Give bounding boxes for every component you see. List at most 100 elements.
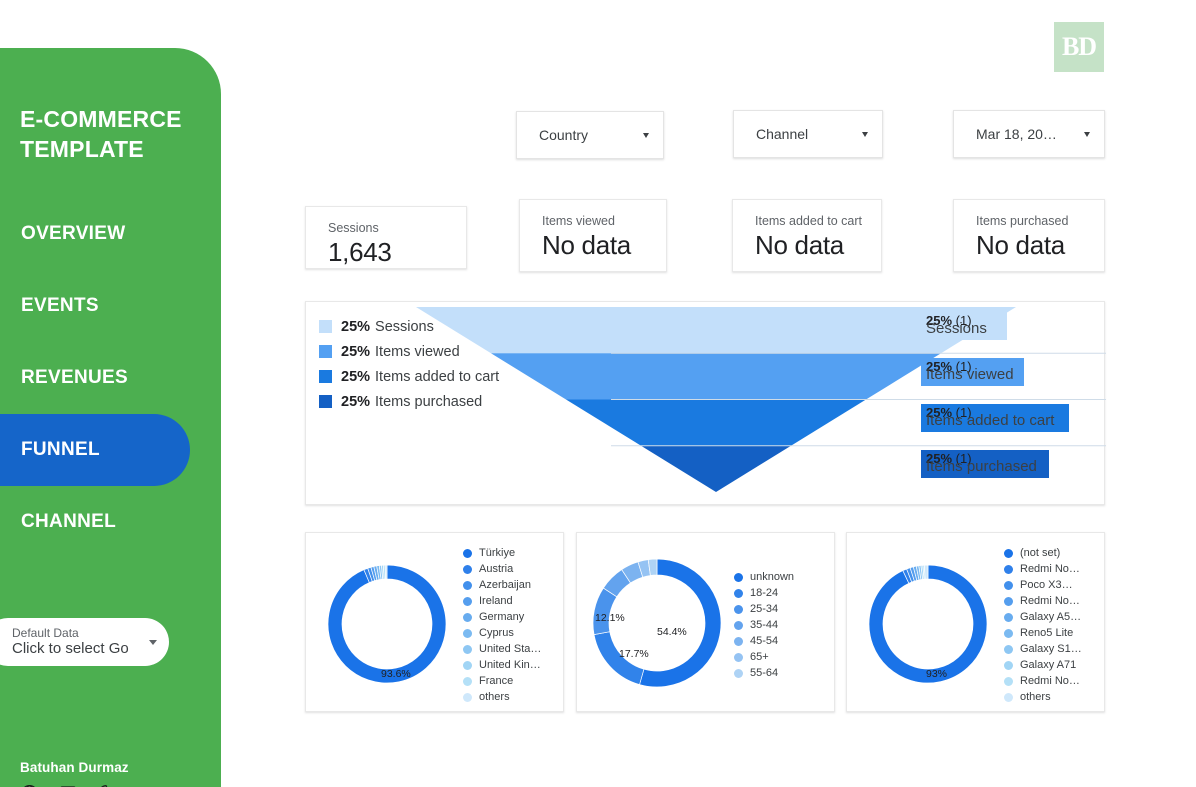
donut-legend-item: Germany xyxy=(463,609,541,625)
donut-legend-label: Poco X3… xyxy=(1020,579,1073,591)
donut-legend-item: Azerbaijan xyxy=(463,577,541,593)
scorecard-items-viewed[interactable]: Items viewed No data xyxy=(519,199,667,272)
scorecard-items-purchased[interactable]: Items purchased No data xyxy=(953,199,1105,272)
legend-dot xyxy=(463,644,472,654)
donut-legend-label: Galaxy A71 xyxy=(1020,659,1077,671)
country-donut-card[interactable]: 93.6% Türkiye Austria Azerbaijan Ireland Germ… xyxy=(305,532,564,712)
channel-filter[interactable]: Channel xyxy=(733,110,883,158)
report-icon[interactable] xyxy=(96,783,117,787)
legend-dot xyxy=(1004,692,1013,702)
sidebar-item-funnel[interactable]: FUNNEL xyxy=(0,414,190,486)
donut-legend-item: unknown xyxy=(734,569,794,585)
date-range-filter[interactable]: Mar 18, 20… xyxy=(953,110,1105,158)
donut-legend-label: 25-34 xyxy=(750,603,779,615)
donut-legend-item: others xyxy=(1004,689,1082,705)
funnel-legend-label: Items added to cart xyxy=(375,368,500,385)
donut-legend-label: United Sta… xyxy=(479,643,542,655)
donut-slice[interactable] xyxy=(328,565,446,683)
donut-legend-label: 55-64 xyxy=(750,667,779,679)
donut-legend-label: 65+ xyxy=(750,651,769,663)
sidebar-item-channel[interactable]: CHANNEL xyxy=(0,486,221,558)
sidebar-item-label: OVERVIEW xyxy=(21,223,126,244)
funnel-legend-label: Items purchased xyxy=(375,393,483,410)
legend-swatch xyxy=(319,370,332,383)
scorecard-sessions[interactable]: Sessions 1,643 xyxy=(305,206,467,269)
legend-dot xyxy=(734,652,743,662)
linkedin-icon[interactable] xyxy=(58,784,78,787)
sidebar-item-events[interactable]: EVENTS xyxy=(0,270,221,342)
legend-dot xyxy=(1004,676,1013,686)
donut-legend-label: France xyxy=(479,675,514,687)
funnel-legend-item: 25% Items viewed xyxy=(319,339,499,364)
donut-legend-label: Ireland xyxy=(479,595,513,607)
author-name: Batuhan Durmaz xyxy=(20,760,129,775)
data-source-select[interactable]: Default Data Click to select Go xyxy=(0,618,169,666)
funnel-band xyxy=(491,353,941,400)
funnel-chart-card[interactable]: 25% Sessions 25% Items viewed 25% Items added… xyxy=(305,301,1106,506)
logo-badge: BD xyxy=(1054,22,1104,72)
donut-legend-label: unknown xyxy=(750,571,795,583)
sidebar: E-COMMERCE TEMPLATE OVERVIEW EVENTS REVENU… xyxy=(0,48,221,787)
legend-dot xyxy=(1004,644,1013,654)
scorecard-items-added-to-cart[interactable]: Items added to cart No data xyxy=(732,199,882,272)
funnel-legend-label: Items viewed xyxy=(375,343,460,360)
scorecard-value: No data xyxy=(755,230,844,260)
donut-legend-label: Redmi No… xyxy=(1020,675,1080,687)
funnel-legend-item: 25% Items purchased xyxy=(319,389,499,414)
donut-legend-label: United Kin… xyxy=(479,659,541,671)
funnel-stage-tag: 25% (1) Items purchased xyxy=(921,450,1049,478)
legend-dot xyxy=(734,604,743,614)
donut-legend-item: Redmi No… xyxy=(1004,561,1082,577)
legend-dot xyxy=(463,676,472,686)
donut-legend: (not set) Redmi No… Poco X3… Redmi No… Galax… xyxy=(1004,545,1082,705)
donut-legend-item: United Kin… xyxy=(463,657,541,673)
sidebar-item-revenues[interactable]: REVENUES xyxy=(0,342,221,414)
logo-monogram: BD xyxy=(1061,32,1097,61)
legend-dot xyxy=(1004,548,1013,558)
device-donut-card[interactable]: 93% (not set) Redmi No… Poco X3… Redmi No… Ga… xyxy=(846,532,1105,712)
donut-slice[interactable] xyxy=(923,565,929,580)
scorecard-title: Items purchased xyxy=(976,214,1069,228)
data-source-label: Default Data xyxy=(12,625,79,640)
date-range-filter-label: Mar 18, 20… xyxy=(976,126,1057,142)
donut-legend-label: Cyprus xyxy=(479,627,514,639)
globe-icon[interactable] xyxy=(19,783,40,787)
age-donut-card[interactable]: 54.4% 17.7% 12.1% unknown 18-24 25-34 35-44 45-… xyxy=(576,532,835,712)
donut-data-label: 54.4% xyxy=(657,626,687,638)
donut-legend-item: 35-44 xyxy=(734,617,794,633)
legend-swatch xyxy=(319,345,332,358)
donut-slice[interactable] xyxy=(869,565,987,683)
legend-dot xyxy=(734,572,743,582)
funnel-stage-name: Sessions xyxy=(926,320,987,338)
donut-legend-label: Germany xyxy=(479,611,525,623)
brand-title: E-COMMERCE TEMPLATE xyxy=(20,106,182,162)
donut-legend-label: Galaxy A5… xyxy=(1020,611,1082,623)
donut-slice[interactable] xyxy=(639,559,721,687)
donut-legend: unknown 18-24 25-34 35-44 45-54 65+ 55-64 xyxy=(734,569,794,681)
donut-chart xyxy=(328,565,446,683)
funnel-stage-tag: 25% (1) Items viewed xyxy=(921,358,1024,386)
legend-dot xyxy=(734,668,743,678)
donut-legend-item: Ireland xyxy=(463,593,541,609)
donut-slice[interactable] xyxy=(384,565,388,580)
legend-dot xyxy=(463,548,472,558)
legend-dot xyxy=(1004,596,1013,606)
country-filter[interactable]: Country xyxy=(516,111,664,159)
legend-dot xyxy=(734,588,743,598)
social-links xyxy=(19,783,117,787)
funnel-legend-percent: 25% xyxy=(341,318,371,335)
sidebar-item-overview[interactable]: OVERVIEW xyxy=(0,198,221,270)
funnel-legend-label: Sessions xyxy=(375,318,434,335)
funnel-stage-labels: 25% (1) Sessions 25% (1) Items viewed 25% (1… xyxy=(921,302,1086,506)
funnel-legend-item: 25% Items added to cart xyxy=(319,364,499,389)
donut-chart xyxy=(869,565,987,683)
sidebar-item-label: REVENUES xyxy=(21,367,128,388)
legend-dot xyxy=(463,580,472,590)
funnel-band xyxy=(566,399,866,446)
donut-legend-label: Azerbaijan xyxy=(479,579,531,591)
chevron-down-icon xyxy=(643,132,649,138)
donut-legend-label: others xyxy=(1020,691,1051,703)
chevron-down-icon xyxy=(862,131,868,137)
donut-data-label: 17.7% xyxy=(619,648,649,660)
legend-dot xyxy=(1004,628,1013,638)
